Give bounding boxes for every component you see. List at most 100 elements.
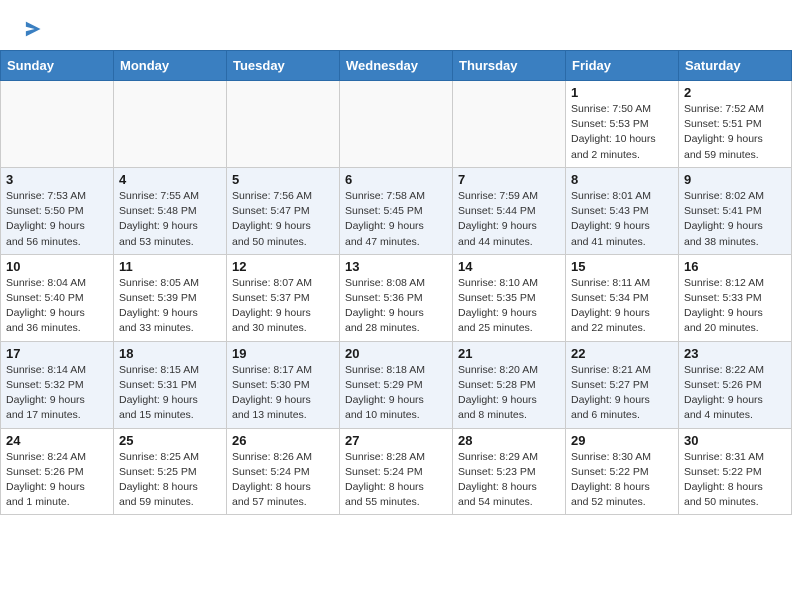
- day-info: Sunrise: 7:52 AM Sunset: 5:51 PM Dayligh…: [684, 102, 786, 163]
- logo-icon: [20, 18, 42, 40]
- weekday-wednesday: Wednesday: [340, 51, 453, 81]
- day-number: 27: [345, 433, 447, 448]
- day-info: Sunrise: 8:07 AM Sunset: 5:37 PM Dayligh…: [232, 276, 334, 337]
- day-cell: 13 Sunrise: 8:08 AM Sunset: 5:36 PM Dayli…: [340, 254, 453, 341]
- day-number: 13: [345, 259, 447, 274]
- logo: [20, 18, 46, 40]
- day-cell: 16 Sunrise: 8:12 AM Sunset: 5:33 PM Dayli…: [679, 254, 792, 341]
- day-info: Sunrise: 8:25 AM Sunset: 5:25 PM Dayligh…: [119, 450, 221, 511]
- day-number: 16: [684, 259, 786, 274]
- day-number: 26: [232, 433, 334, 448]
- day-cell: 5 Sunrise: 7:56 AM Sunset: 5:47 PM Daylig…: [227, 167, 340, 254]
- day-number: 19: [232, 346, 334, 361]
- day-cell: 14Sunrise: 8:10 AM Sunset: 5:35 PM Dayli…: [453, 254, 566, 341]
- day-cell: 25 Sunrise: 8:25 AM Sunset: 5:25 PM Dayli…: [114, 428, 227, 515]
- weekday-tuesday: Tuesday: [227, 51, 340, 81]
- day-number: 5: [232, 172, 334, 187]
- day-cell: [453, 81, 566, 168]
- day-number: 20: [345, 346, 447, 361]
- day-cell: 24Sunrise: 8:24 AM Sunset: 5:26 PM Dayli…: [1, 428, 114, 515]
- day-cell: 2 Sunrise: 7:52 AM Sunset: 5:51 PM Daylig…: [679, 81, 792, 168]
- day-info: Sunrise: 8:30 AM Sunset: 5:22 PM Dayligh…: [571, 450, 673, 511]
- day-number: 15: [571, 259, 673, 274]
- day-cell: [1, 81, 114, 168]
- calendar-body: 1Sunrise: 7:50 AM Sunset: 5:53 PM Daylig…: [1, 81, 792, 515]
- weekday-saturday: Saturday: [679, 51, 792, 81]
- weekday-friday: Friday: [566, 51, 679, 81]
- day-number: 8: [571, 172, 673, 187]
- day-cell: [114, 81, 227, 168]
- day-info: Sunrise: 8:05 AM Sunset: 5:39 PM Dayligh…: [119, 276, 221, 337]
- day-cell: 19 Sunrise: 8:17 AM Sunset: 5:30 PM Dayli…: [227, 341, 340, 428]
- day-info: Sunrise: 8:17 AM Sunset: 5:30 PM Dayligh…: [232, 363, 334, 424]
- week-row-1: 1Sunrise: 7:50 AM Sunset: 5:53 PM Daylig…: [1, 81, 792, 168]
- weekday-sunday: Sunday: [1, 51, 114, 81]
- day-info: Sunrise: 7:56 AM Sunset: 5:47 PM Dayligh…: [232, 189, 334, 250]
- day-cell: 15 Sunrise: 8:11 AM Sunset: 5:34 PM Dayli…: [566, 254, 679, 341]
- day-cell: 8 Sunrise: 8:01 AM Sunset: 5:43 PM Daylig…: [566, 167, 679, 254]
- day-info: Sunrise: 8:29 AM Sunset: 5:23 PM Dayligh…: [458, 450, 560, 511]
- day-info: Sunrise: 8:10 AM Sunset: 5:35 PM Dayligh…: [458, 276, 560, 337]
- day-number: 10: [6, 259, 108, 274]
- day-cell: 21 Sunrise: 8:20 AM Sunset: 5:28 PM Dayli…: [453, 341, 566, 428]
- day-number: 29: [571, 433, 673, 448]
- day-number: 28: [458, 433, 560, 448]
- day-number: 6: [345, 172, 447, 187]
- day-number: 22: [571, 346, 673, 361]
- day-number: 11: [119, 259, 221, 274]
- day-number: 17: [6, 346, 108, 361]
- day-info: Sunrise: 8:31 AM Sunset: 5:22 PM Dayligh…: [684, 450, 786, 511]
- day-info: Sunrise: 8:21 AM Sunset: 5:27 PM Dayligh…: [571, 363, 673, 424]
- day-info: Sunrise: 8:04 AM Sunset: 5:40 PM Dayligh…: [6, 276, 108, 337]
- day-number: 1: [571, 85, 673, 100]
- day-number: 4: [119, 172, 221, 187]
- day-cell: 12Sunrise: 8:07 AM Sunset: 5:37 PM Dayli…: [227, 254, 340, 341]
- day-number: 21: [458, 346, 560, 361]
- week-row-2: 3 Sunrise: 7:53 AM Sunset: 5:50 PM Daylig…: [1, 167, 792, 254]
- weekday-monday: Monday: [114, 51, 227, 81]
- day-number: 18: [119, 346, 221, 361]
- day-info: Sunrise: 8:22 AM Sunset: 5:26 PM Dayligh…: [684, 363, 786, 424]
- day-cell: 18 Sunrise: 8:15 AM Sunset: 5:31 PM Dayli…: [114, 341, 227, 428]
- day-cell: 7 Sunrise: 7:59 AM Sunset: 5:44 PM Daylig…: [453, 167, 566, 254]
- day-info: Sunrise: 8:18 AM Sunset: 5:29 PM Dayligh…: [345, 363, 447, 424]
- weekday-thursday: Thursday: [453, 51, 566, 81]
- day-cell: 10 Sunrise: 8:04 AM Sunset: 5:40 PM Dayli…: [1, 254, 114, 341]
- day-info: Sunrise: 7:59 AM Sunset: 5:44 PM Dayligh…: [458, 189, 560, 250]
- day-info: Sunrise: 8:02 AM Sunset: 5:41 PM Dayligh…: [684, 189, 786, 250]
- calendar-table: SundayMondayTuesdayWednesdayThursdayFrid…: [0, 50, 792, 515]
- day-number: 2: [684, 85, 786, 100]
- day-info: Sunrise: 7:55 AM Sunset: 5:48 PM Dayligh…: [119, 189, 221, 250]
- day-number: 7: [458, 172, 560, 187]
- day-info: Sunrise: 8:11 AM Sunset: 5:34 PM Dayligh…: [571, 276, 673, 337]
- day-cell: 11 Sunrise: 8:05 AM Sunset: 5:39 PM Dayli…: [114, 254, 227, 341]
- day-cell: [227, 81, 340, 168]
- day-info: Sunrise: 8:15 AM Sunset: 5:31 PM Dayligh…: [119, 363, 221, 424]
- day-cell: 27 Sunrise: 8:28 AM Sunset: 5:24 PM Dayli…: [340, 428, 453, 515]
- day-cell: 9 Sunrise: 8:02 AM Sunset: 5:41 PM Daylig…: [679, 167, 792, 254]
- day-cell: 20 Sunrise: 8:18 AM Sunset: 5:29 PM Dayli…: [340, 341, 453, 428]
- day-number: 3: [6, 172, 108, 187]
- day-info: Sunrise: 7:53 AM Sunset: 5:50 PM Dayligh…: [6, 189, 108, 250]
- day-info: Sunrise: 8:12 AM Sunset: 5:33 PM Dayligh…: [684, 276, 786, 337]
- day-info: Sunrise: 8:26 AM Sunset: 5:24 PM Dayligh…: [232, 450, 334, 511]
- day-info: Sunrise: 8:28 AM Sunset: 5:24 PM Dayligh…: [345, 450, 447, 511]
- day-number: 30: [684, 433, 786, 448]
- day-cell: 22 Sunrise: 8:21 AM Sunset: 5:27 PM Dayli…: [566, 341, 679, 428]
- day-info: Sunrise: 8:20 AM Sunset: 5:28 PM Dayligh…: [458, 363, 560, 424]
- day-cell: 28 Sunrise: 8:29 AM Sunset: 5:23 PM Dayli…: [453, 428, 566, 515]
- day-cell: 26 Sunrise: 8:26 AM Sunset: 5:24 PM Dayli…: [227, 428, 340, 515]
- day-info: Sunrise: 7:58 AM Sunset: 5:45 PM Dayligh…: [345, 189, 447, 250]
- day-cell: 3 Sunrise: 7:53 AM Sunset: 5:50 PM Daylig…: [1, 167, 114, 254]
- week-row-3: 10 Sunrise: 8:04 AM Sunset: 5:40 PM Dayli…: [1, 254, 792, 341]
- day-number: 24: [6, 433, 108, 448]
- day-info: Sunrise: 8:08 AM Sunset: 5:36 PM Dayligh…: [345, 276, 447, 337]
- day-number: 9: [684, 172, 786, 187]
- day-cell: 4 Sunrise: 7:55 AM Sunset: 5:48 PM Daylig…: [114, 167, 227, 254]
- weekday-header-row: SundayMondayTuesdayWednesdayThursdayFrid…: [1, 51, 792, 81]
- day-number: 25: [119, 433, 221, 448]
- week-row-4: 17Sunrise: 8:14 AM Sunset: 5:32 PM Dayli…: [1, 341, 792, 428]
- day-cell: 23Sunrise: 8:22 AM Sunset: 5:26 PM Dayli…: [679, 341, 792, 428]
- day-info: Sunrise: 8:01 AM Sunset: 5:43 PM Dayligh…: [571, 189, 673, 250]
- day-cell: 1Sunrise: 7:50 AM Sunset: 5:53 PM Daylig…: [566, 81, 679, 168]
